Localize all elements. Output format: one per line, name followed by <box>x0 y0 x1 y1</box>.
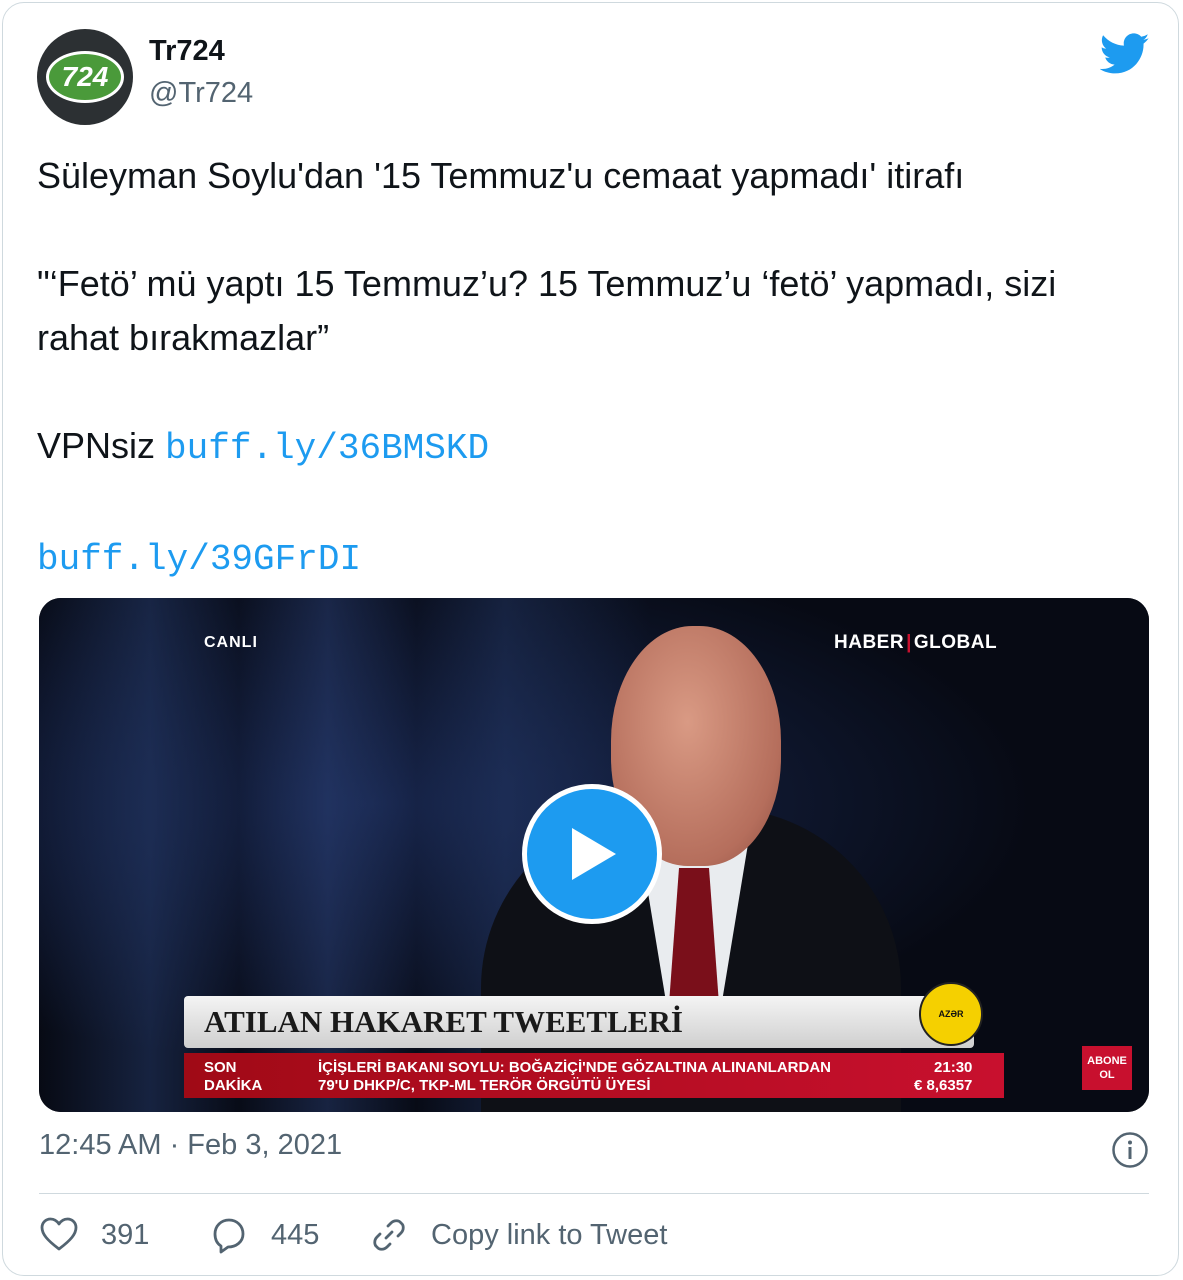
tweet-line-1: Süleyman Soylu'dan '15 Temmuz'u cemaat y… <box>37 155 965 196</box>
live-label: CANLI <box>204 634 258 651</box>
host-badge: AZƏR <box>919 982 983 1046</box>
tweet-text: Süleyman Soylu'dan '15 Temmuz'u cemaat y… <box>37 149 1147 587</box>
channel-logo: HABER | GLOBAL <box>834 632 998 653</box>
banner-text: ATILAN HAKARET TWEETLERİ <box>204 1004 683 1039</box>
video-player[interactable]: CANLI HABER | GLOBAL ATILAN HAKARET TWEETL… <box>39 598 1149 1112</box>
divider <box>39 1193 1149 1194</box>
tweet-line-2: "‘Fetö’ mü yaptı 15 Temmuz’u? 15 Temmuz’… <box>37 263 1057 358</box>
play-button[interactable] <box>522 784 662 924</box>
ticker-time-rate: 21:30 € 8,6357 <box>914 1059 973 1094</box>
tweet-line-3: VPNsiz buff.ly/36BMSKD <box>37 419 1147 476</box>
tweet-timestamp[interactable]: 12:45 AM · Feb 3, 2021 <box>39 1129 342 1162</box>
copy-link-label: Copy link to Tweet <box>431 1218 668 1251</box>
tweet-card: 724 Tr724 @Tr724 Süleyman Soylu'dan '15 … <box>2 2 1179 1276</box>
vpn-label: VPNsiz <box>37 425 166 466</box>
channel-name-right: GLOBAL <box>913 632 998 653</box>
ticker-news: İÇİŞLERİ BAKANI SOYLU: BOĞAZİÇİ'NDE GÖZA… <box>318 1059 831 1094</box>
user-name[interactable]: Tr724 <box>149 35 225 68</box>
link-2[interactable]: buff.ly/39GFrDI <box>37 539 361 580</box>
like-button[interactable]: 391 <box>39 1215 149 1255</box>
play-icon <box>572 828 616 880</box>
user-handle[interactable]: @Tr724 <box>149 77 253 110</box>
info-icon[interactable] <box>1111 1131 1149 1169</box>
link-icon <box>373 1219 405 1251</box>
action-bar: 391 445 Copy link to Tweet <box>39 1215 1149 1259</box>
reply-icon <box>213 1218 245 1254</box>
avatar[interactable]: 724 <box>37 29 133 125</box>
like-count: 391 <box>101 1218 150 1251</box>
news-ticker: SON DAKİKA İÇİŞLERİ BAKANI SOYLU: BOĞAZİÇ… <box>184 1053 1004 1098</box>
twitter-bird-icon[interactable] <box>1100 33 1150 75</box>
copy-link-button[interactable]: Copy link to Tweet <box>369 1215 667 1255</box>
ticker-label: SON DAKİKA <box>204 1059 263 1094</box>
reply-button[interactable]: 445 <box>209 1215 319 1255</box>
avatar-logo: 724 <box>46 51 124 103</box>
subscribe-badge: ABONE OL <box>1082 1046 1132 1090</box>
link-1[interactable]: buff.ly/36BMSKD <box>165 428 489 469</box>
heart-icon <box>40 1217 78 1251</box>
reply-count: 445 <box>271 1218 320 1251</box>
lower-third-banner: ATILAN HAKARET TWEETLERİ <box>184 996 974 1048</box>
channel-name-left: HABER <box>834 632 905 653</box>
tweet-line-4: buff.ly/39GFrDI <box>37 530 1147 587</box>
